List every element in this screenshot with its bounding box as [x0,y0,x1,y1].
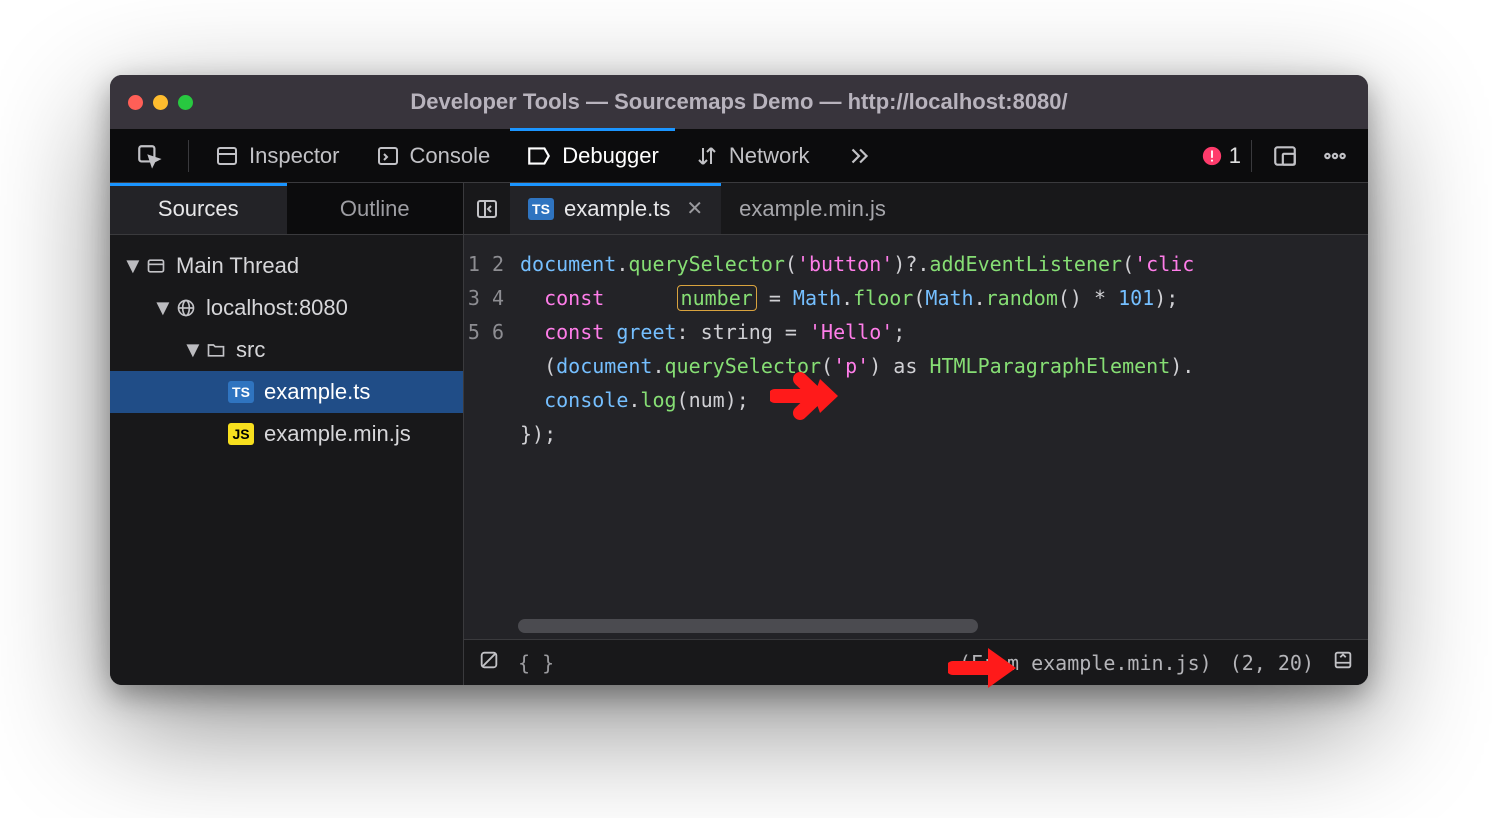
tab-inspector[interactable]: Inspector [199,129,356,182]
inspector-icon [215,144,239,168]
scrollbar-thumb[interactable] [518,619,978,633]
more-icon [1322,143,1348,169]
subtab-outline-label: Outline [340,196,410,222]
tree-folder-src[interactable]: ▼ src [110,329,463,371]
debugger-icon [526,143,552,169]
tree-main-thread[interactable]: ▼ Main Thread [110,245,463,287]
toggle-split-button[interactable] [1332,649,1354,676]
file-tabs: TS example.ts ✕ example.min.js [464,183,1368,235]
pick-element-icon [136,143,162,169]
tree-host[interactable]: ▼ localhost:8080 [110,287,463,329]
globe-icon [176,298,196,318]
chevron-double-right-icon [846,143,872,169]
tree-host-label: localhost:8080 [206,295,348,321]
panel-left-icon [475,197,499,221]
console-icon [376,144,400,168]
ts-badge-icon: TS [528,198,554,220]
subtab-sources[interactable]: Sources [110,183,287,234]
editor-panel: TS example.ts ✕ example.min.js 1 2 3 4 5… [464,183,1368,685]
tree-file-example-min-js[interactable]: JS example.min.js [110,413,463,455]
source-mapped-from: (From example.min.js) [959,651,1212,675]
error-count[interactable]: 1 [1201,143,1241,169]
code-editor[interactable]: 1 2 3 4 5 6 document.querySelector('butt… [464,235,1368,639]
tree-main-thread-label: Main Thread [176,253,299,279]
network-icon [695,144,719,168]
separator [1251,140,1252,172]
filetab-example-min-js[interactable]: example.min.js [721,183,904,234]
subtab-outline[interactable]: Outline [287,183,464,234]
tab-inspector-label: Inspector [249,143,340,169]
blackbox-button[interactable] [478,649,500,676]
overflow-tabs-button[interactable] [830,129,888,182]
maximize-window-button[interactable] [178,95,193,110]
subtab-sources-label: Sources [158,196,239,222]
close-window-button[interactable] [128,95,143,110]
minimize-window-button[interactable] [153,95,168,110]
tab-network-label: Network [729,143,810,169]
traffic-lights [128,95,193,110]
horizontal-scrollbar[interactable] [518,619,1350,633]
sources-panel: Sources Outline ▼ Main Thread ▼ localhos… [110,183,464,685]
toggle-sidebar-button[interactable] [464,183,510,234]
error-count-value: 1 [1229,143,1241,169]
dock-mode-button[interactable] [1262,129,1308,182]
dock-icon [1272,143,1298,169]
pretty-print-button[interactable]: { } [518,651,554,675]
close-tab-icon[interactable]: ✕ [686,196,703,221]
caret-down-icon: ▼ [182,337,196,363]
caret-down-icon: ▼ [152,295,166,321]
folder-icon [206,340,226,360]
type-highlight: number [677,285,757,311]
tab-debugger[interactable]: Debugger [510,129,675,182]
code-content[interactable]: document.querySelector('button')?.addEve… [512,235,1368,639]
cursor-position: (2, 20) [1230,651,1314,675]
source-tree: ▼ Main Thread ▼ localhost:8080 ▼ src TS … [110,235,463,465]
tab-console[interactable]: Console [360,129,507,182]
ts-badge-icon: TS [228,381,254,403]
caret-down-icon: ▼ [122,253,136,279]
separator [188,140,189,172]
filetab-example-ts-label: example.ts [564,196,670,222]
devtools-window: Developer Tools — Sourcemaps Demo — http… [110,75,1368,685]
blackbox-icon [478,649,500,671]
tab-console-label: Console [410,143,491,169]
js-badge-icon: JS [228,423,254,445]
tab-debugger-label: Debugger [562,143,659,169]
devtools-toolbar: Inspector Console Debugger Network [110,129,1368,183]
tree-file-example-min-js-label: example.min.js [264,421,411,447]
pick-element-button[interactable] [120,129,178,182]
filetab-example-ts[interactable]: TS example.ts ✕ [510,183,721,234]
tab-network[interactable]: Network [679,129,826,182]
tree-file-example-ts-label: example.ts [264,379,370,405]
window-icon [146,256,166,276]
filetab-example-min-js-label: example.min.js [739,196,886,222]
line-gutter: 1 2 3 4 5 6 [464,235,512,639]
tree-file-example-ts[interactable]: TS example.ts [110,371,463,413]
window-titlebar: Developer Tools — Sourcemaps Demo — http… [110,75,1368,129]
kebab-menu-button[interactable] [1312,129,1358,182]
panel-bottom-icon [1332,649,1354,671]
window-title: Developer Tools — Sourcemaps Demo — http… [110,89,1368,115]
editor-footer: { } (From example.min.js) (2, 20) [464,639,1368,685]
tree-folder-src-label: src [236,337,265,363]
